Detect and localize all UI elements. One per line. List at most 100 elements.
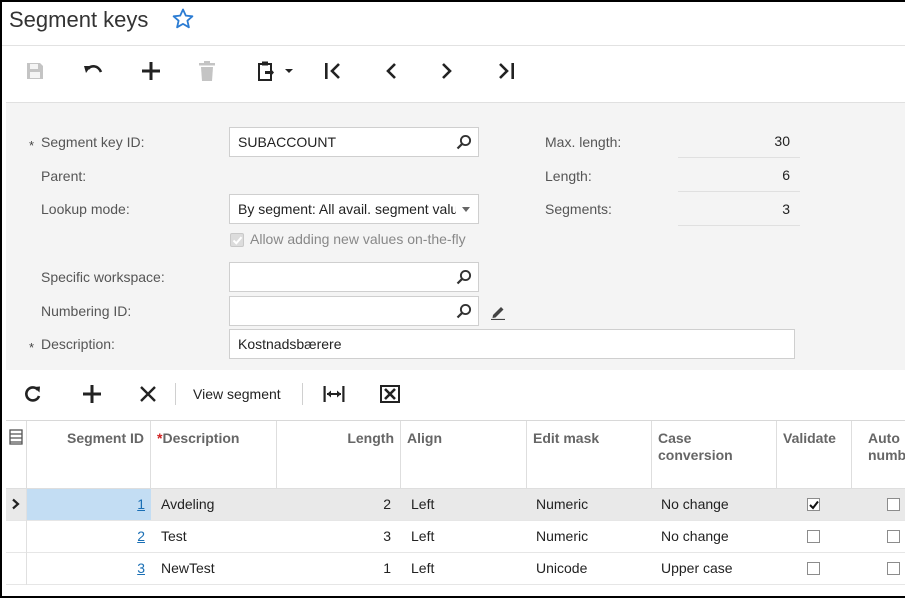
column-header-align[interactable]: Align (401, 421, 527, 489)
title-bar: Segment keys (2, 2, 905, 46)
description-input[interactable]: Kostnadsbærere (229, 329, 795, 359)
clipboard-menu-button[interactable] (254, 58, 296, 84)
search-icon[interactable] (456, 134, 472, 150)
cell-case-conversion[interactable]: Upper case (661, 553, 733, 584)
validate-checkbox[interactable] (807, 562, 820, 575)
segments-label: Segments: (545, 201, 612, 217)
fit-columns-button[interactable] (322, 382, 346, 406)
lookup-mode-select[interactable]: By segment: All avail. segment values (229, 194, 479, 224)
cell-length[interactable]: 2 (277, 489, 391, 520)
previous-record-icon (386, 63, 396, 79)
column-header-auto-number[interactable]: Autonumber (852, 421, 905, 489)
required-marker: * (29, 340, 35, 355)
cell-segment-id[interactable]: 3 (27, 553, 151, 584)
delete-icon (199, 61, 215, 81)
clipboard-icon (258, 61, 293, 81)
table-row[interactable]: 3 NewTest 1 Left Unicode Upper case (6, 553, 905, 585)
column-header-validate[interactable]: Validate (777, 421, 852, 489)
segment-key-id-value: SUBACCOUNT (238, 134, 337, 150)
refresh-button[interactable] (23, 382, 43, 406)
export-excel-button[interactable] (379, 382, 401, 406)
numbering-id-label: Numbering ID: (41, 303, 132, 319)
last-record-button[interactable] (495, 58, 517, 84)
page-title: Segment keys (9, 7, 149, 32)
next-record-button[interactable] (436, 58, 458, 84)
cell-description[interactable]: Test (161, 521, 187, 552)
segment-id-link[interactable]: 3 (137, 560, 145, 576)
cell-edit-mask[interactable]: Numeric (536, 489, 588, 520)
form-area: * Segment key ID: SUBACCOUNT Parent: Loo… (6, 102, 905, 370)
numbering-id-input[interactable] (229, 296, 479, 326)
auto-number-checkbox[interactable] (887, 562, 900, 575)
cell-case-conversion[interactable]: No change (661, 489, 729, 520)
specific-workspace-input[interactable] (229, 262, 479, 292)
column-header-description[interactable]: *Description (151, 421, 277, 489)
cell-segment-id[interactable]: 2 (27, 521, 151, 552)
first-record-button[interactable] (322, 58, 344, 84)
search-icon[interactable] (456, 303, 472, 319)
column-header-edit-mask[interactable]: Edit mask (527, 421, 652, 489)
chevron-right-icon (12, 498, 20, 510)
delete-row-button[interactable] (138, 382, 158, 406)
column-settings-header[interactable] (6, 421, 27, 489)
column-header-segment-id[interactable]: Segment ID (27, 421, 151, 489)
allow-new-values-checkbox[interactable] (230, 233, 244, 247)
cell-description[interactable]: Avdeling (161, 489, 214, 520)
segments-value: 3 (678, 193, 800, 226)
cell-length[interactable]: 1 (277, 553, 391, 584)
column-header-length[interactable]: Length (277, 421, 401, 489)
auto-number-checkbox[interactable] (887, 498, 900, 511)
chevron-down-icon (462, 207, 470, 212)
undo-button[interactable] (81, 58, 105, 84)
cell-case-conversion[interactable]: No change (661, 521, 729, 552)
segments-grid: Segment ID *Description Length Align Edi… (6, 420, 905, 585)
segment-id-link[interactable]: 1 (137, 496, 145, 512)
row-indicator-divider (26, 489, 27, 585)
table-row[interactable]: 2 Test 3 Left Numeric No change (6, 521, 905, 553)
cell-edit-mask[interactable]: Numeric (536, 521, 588, 552)
close-icon (140, 386, 156, 402)
cell-align[interactable]: Left (411, 489, 434, 520)
refresh-icon (25, 386, 41, 402)
pencil-edit-icon[interactable] (490, 304, 506, 320)
first-record-icon (325, 63, 340, 79)
save-icon (27, 63, 43, 79)
cell-length[interactable]: 3 (277, 521, 391, 552)
length-value: 6 (678, 159, 800, 192)
description-value: Kostnadsbærere (238, 336, 342, 352)
lookup-mode-label: Lookup mode: (41, 201, 130, 217)
star-outline-icon[interactable] (171, 7, 195, 31)
add-row-button[interactable] (82, 382, 102, 406)
segment-key-id-label: Segment key ID: (41, 134, 145, 150)
validate-checkbox[interactable] (807, 530, 820, 543)
cell-align[interactable]: Left (411, 521, 434, 552)
view-segment-button[interactable]: View segment (193, 386, 281, 402)
excel-icon (380, 385, 400, 403)
fit-width-icon (323, 386, 345, 402)
check-icon (232, 236, 243, 245)
cell-align[interactable]: Left (411, 553, 434, 584)
column-header-case-conversion-line-2: conversion (658, 447, 733, 463)
column-header-description-text: Description (162, 430, 240, 446)
cell-description[interactable]: NewTest (161, 553, 215, 584)
previous-record-button[interactable] (380, 58, 402, 84)
grid-toolbar: View segment (6, 370, 905, 420)
cell-edit-mask[interactable]: Unicode (536, 553, 587, 584)
column-header-case-conversion-line-1: Case (658, 430, 692, 446)
specific-workspace-label: Specific workspace: (41, 269, 165, 285)
delete-button[interactable] (196, 58, 218, 84)
add-button[interactable] (140, 58, 162, 84)
undo-icon (84, 65, 103, 73)
validate-checkbox[interactable] (807, 498, 820, 511)
search-icon[interactable] (456, 269, 472, 285)
table-row[interactable]: 1 Avdeling 2 Left Numeric No change (6, 489, 905, 521)
max-length-value: 30 (678, 125, 800, 158)
add-icon (142, 62, 160, 80)
column-header-case-conversion[interactable]: Case conversion (652, 421, 777, 489)
save-button[interactable] (24, 58, 46, 84)
segment-key-id-input[interactable]: SUBACCOUNT (229, 127, 479, 157)
auto-number-checkbox[interactable] (887, 530, 900, 543)
segment-id-link[interactable]: 2 (137, 528, 145, 544)
max-length-label: Max. length: (545, 134, 622, 150)
cell-segment-id[interactable]: 1 (27, 489, 151, 520)
